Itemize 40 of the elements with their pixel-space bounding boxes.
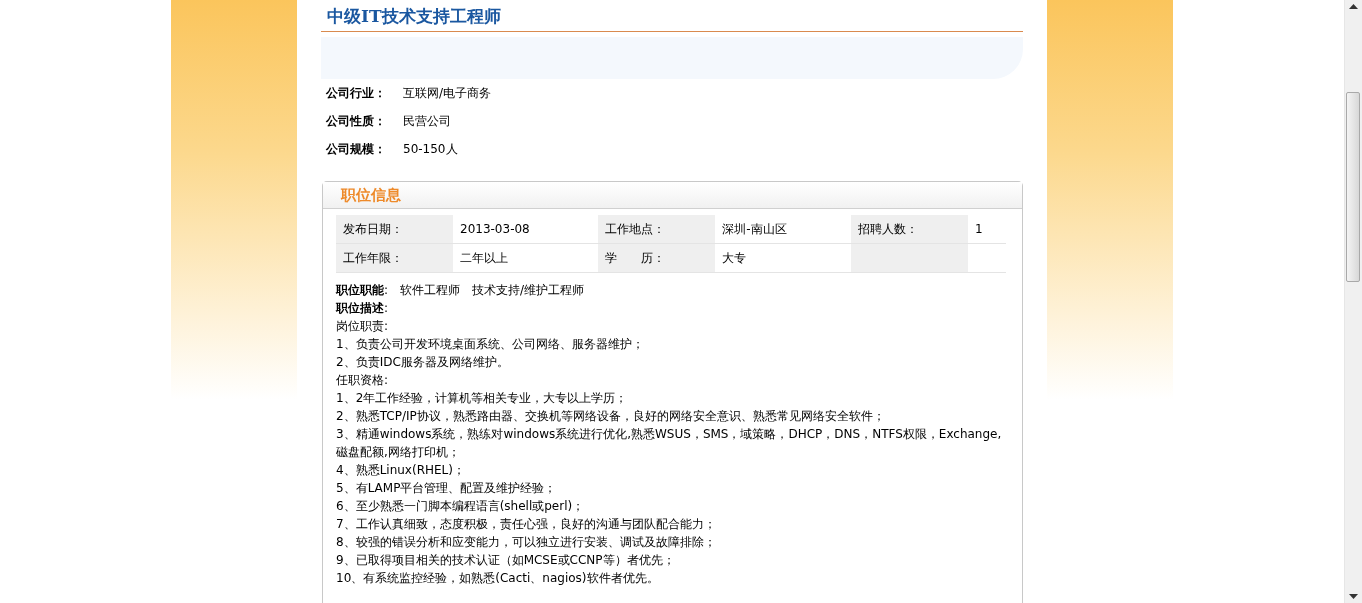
field-label: 公司规模： [326, 140, 387, 158]
description-line: 2、熟悉TCP/IP协议，熟悉路由器、交换机等网络设备，良好的网络安全意识、熟悉常见网络安全软件； [336, 408, 886, 425]
field-label: 职位职能: [336, 283, 389, 297]
description-line: 岗位职责: [336, 318, 390, 335]
field-label: 职位描述: [336, 300, 389, 317]
table-value: 深圳-南山区 [722, 222, 787, 236]
description-line: 3、精通windows系统，熟练对windows系统进行优化,熟悉WSUS，SMS，域策略，DHCP，DNS，NTFS权限，Exchange,磁盘配额,网络打印机； [336, 426, 1003, 461]
table-value: 1 [975, 222, 983, 236]
job-function-value: 软件工程师 [400, 283, 461, 297]
description-line: 1、2年工作经验，计算机等相关专业，大专以上学历； [336, 390, 629, 407]
description-line: 任职资格: [336, 372, 390, 389]
field-label: 公司行业： [326, 84, 387, 102]
table-label: 工作年限： [343, 251, 403, 265]
description-line: 9、已取得项目相关的技术认证（如MCSE或CCNP等）者优先； [336, 552, 676, 569]
field-label: 公司性质： [326, 112, 387, 130]
scrollbar[interactable] [1344, 0, 1362, 603]
description-line: 2、负责IDC服务器及网络维护。 [336, 354, 510, 371]
table-label: 发布日期： [343, 222, 403, 236]
scroll-down-icon[interactable] [1349, 594, 1358, 599]
table-label: 工作地点： [605, 222, 666, 236]
description-line: 6、至少熟悉一门脚本编程语言(shell或perl)； [336, 498, 586, 515]
field-value: 民营公司 [403, 112, 451, 130]
description-line: 4、熟悉Linux(RHEL)； [336, 462, 466, 479]
job-title: 中级IT技术支持工程师 [321, 0, 1023, 32]
description-line: 8、较强的错误分析和应变能力，可以独立进行安装、调试及故障排除； [336, 534, 717, 551]
scrollbar-thumb[interactable] [1346, 92, 1360, 282]
scroll-up-icon[interactable] [1349, 4, 1358, 9]
description-line: 7、工作认真细致，态度积极，责任心强，良好的沟通与团队配合能力； [336, 516, 717, 533]
description-line: 5、有LAMP平台管理、配置及维护经验； [336, 480, 558, 497]
section-title: 职位信息 [341, 185, 401, 205]
table-value: 大专 [722, 251, 747, 265]
description-line: 10、有系统监控经验，如熟悉(Cacti、nagios)软件者优先。 [336, 570, 660, 587]
table-label: 学 历： [605, 251, 666, 265]
table-label: 招聘人数： [858, 222, 918, 236]
table-value: 二年以上 [460, 251, 508, 265]
description-line: 1、负责公司开发环境桌面系统、公司网络、服务器维护； [336, 336, 645, 353]
field-value: 50-150人 [403, 140, 458, 158]
table-value: 2013-03-08 [460, 222, 530, 236]
field-value: 互联网/电子商务 [403, 84, 492, 102]
job-function-value: 技术支持/维护工程师 [472, 283, 585, 297]
